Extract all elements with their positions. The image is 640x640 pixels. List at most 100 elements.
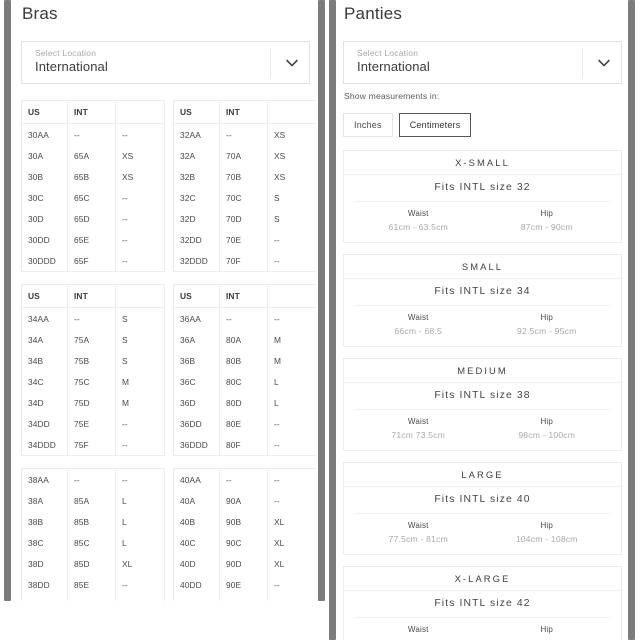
table-row: 40D 90D XL <box>173 553 317 574</box>
right-panel-scrollbar[interactable] <box>329 0 336 640</box>
table-cell: XS <box>274 171 286 182</box>
column-header <box>267 284 316 308</box>
unit-option-inches[interactable]: Inches <box>343 113 393 137</box>
table-cell: -- <box>274 439 280 450</box>
table-row: 40AA -- -- <box>173 468 317 490</box>
table-cell: 65E <box>67 229 116 250</box>
table-row: 32C 70C S <box>173 187 317 208</box>
select-divider <box>270 48 271 79</box>
size-card-title: X-SMALL <box>344 151 621 175</box>
waist-measurement: Waist86.5cm <box>354 625 483 640</box>
panties-location-select[interactable]: Select Location International <box>343 41 622 84</box>
size-card-title: X-LARGE <box>344 567 621 591</box>
table-row: 34AA -- S <box>21 307 165 329</box>
panty-size-cards: X-SMALL Fits INTL size 32 Waist 61cm - 63.5… <box>343 150 622 640</box>
table-row: 40C 90C XL <box>173 532 317 553</box>
table-cell: -- <box>122 192 128 203</box>
unit-option-centimeters[interactable]: Centimeters <box>398 113 472 137</box>
bras-location-select[interactable]: Select Location International <box>21 41 310 84</box>
hip-value: 104cm - 108cm <box>515 534 578 544</box>
bra-size-table-left: 38AA -- -- 38A 85A L 38B 85B L 38C 85C L 38D 85D XL 38D… <box>21 468 165 601</box>
table-cell: 80F <box>219 434 268 456</box>
table-cell: L <box>122 516 127 527</box>
waist-value: 71cm 73.5cm <box>391 430 446 440</box>
left-panel-scrollbar[interactable] <box>4 0 11 601</box>
table-row: 38D 85D XL <box>21 553 165 574</box>
column-header: US <box>21 284 68 308</box>
table-cell: 70B <box>219 166 268 187</box>
waist-value: 66cm - 68.5 <box>394 326 443 336</box>
table-row: 36DDD 80F -- <box>173 434 317 456</box>
table-cell: 75E <box>67 413 116 434</box>
waist-measurement: Waist 61cm - 63.5cm <box>354 209 483 232</box>
table-row: 30C 65C -- <box>21 187 165 208</box>
table-row: 36C 80C L <box>173 371 317 392</box>
table-cell: 32DD <box>173 229 220 250</box>
waist-measurement: Waist 77.5cm - 81cm <box>354 521 483 544</box>
table-cell: 65F <box>67 250 116 272</box>
hip-label: Hip <box>540 209 554 218</box>
table-cell: 80B <box>219 350 268 371</box>
table-row: 32D 70D S <box>173 208 317 229</box>
table-row: 36DD 80E -- <box>173 413 317 434</box>
table-cell: 75B <box>67 350 116 371</box>
column-header: INT <box>67 284 116 308</box>
table-cell: -- <box>67 307 116 329</box>
hip-measurement: Hip 98cm - 100cm <box>483 417 612 440</box>
hip-label: Hip <box>540 313 554 322</box>
table-cell: 85F <box>67 595 116 601</box>
table-cell: 30A <box>21 145 68 166</box>
waist-label: Waist <box>407 625 429 634</box>
table-cell: 30DD <box>21 229 68 250</box>
size-card-measurements: Waist 66cm - 68.5 Hip 92.5cm - 95cm <box>354 305 611 346</box>
table-header-row: US INT <box>173 284 316 308</box>
table-cell: 70E <box>219 229 268 250</box>
table-row: 40DD 90E -- <box>173 574 317 595</box>
table-cell: 32AA <box>173 123 220 145</box>
table-cell: 70C <box>219 187 268 208</box>
table-cell: -- <box>219 468 268 490</box>
table-cell: M <box>274 355 282 366</box>
table-cell: 40DDD <box>173 595 220 601</box>
table-cell: -- <box>67 468 116 490</box>
size-card-measurements: Waist 71cm 73.5cm Hip 98cm - 100cm <box>354 409 611 450</box>
table-row: 30D 65D -- <box>21 208 165 229</box>
panties-location-select-label: Select Location <box>357 48 419 58</box>
column-header: US <box>21 100 68 124</box>
table-cell: S <box>274 213 280 224</box>
table-cell: 38D <box>21 553 68 574</box>
table-row: 34DDD 75F -- <box>21 434 165 456</box>
table-cell: 85C <box>67 532 116 553</box>
middle-scrollbar-a[interactable] <box>318 0 325 601</box>
table-cell: 80A <box>219 329 268 350</box>
column-header <box>115 100 165 124</box>
table-cell: -- <box>122 255 128 266</box>
table-cell: 65C <box>67 187 116 208</box>
table-cell: 36B <box>173 350 220 371</box>
size-card-measurements: Waist 61cm - 63.5cm Hip 87cm - 90cm <box>354 201 611 242</box>
column-header <box>267 100 316 124</box>
hip-value: 87cm - 90cm <box>520 222 573 232</box>
size-card-measurements: Waist86.5cmHip113cm <box>354 617 611 640</box>
table-cell: 85A <box>67 490 116 511</box>
column-header: INT <box>67 100 116 124</box>
hip-label: Hip <box>540 417 554 426</box>
table-cell: 75C <box>67 371 116 392</box>
table-cell: M <box>122 397 130 408</box>
table-cell: -- <box>122 439 128 450</box>
waist-label: Waist <box>407 417 429 426</box>
hip-label: Hip <box>540 625 554 634</box>
page-scrollbar[interactable] <box>628 0 635 640</box>
table-cell: 70F <box>219 250 268 272</box>
panties-location-select-value: International <box>357 59 430 74</box>
waist-measurement: Waist 71cm 73.5cm <box>354 417 483 440</box>
table-cell: 65A <box>67 145 116 166</box>
table-cell: 34A <box>21 329 68 350</box>
bra-table-group: 38AA -- -- 38A 85A L 38B 85B L 38C 85C L 38D 85D XL 38D… <box>21 468 316 601</box>
table-header-row: US INT <box>21 100 165 124</box>
table-row: 40B 90B XL <box>173 511 317 532</box>
hip-measurement: Hip113cm <box>483 625 612 640</box>
table-cell: -- <box>219 123 268 145</box>
table-cell: XS <box>274 129 286 140</box>
table-header-row: US INT <box>21 284 165 308</box>
